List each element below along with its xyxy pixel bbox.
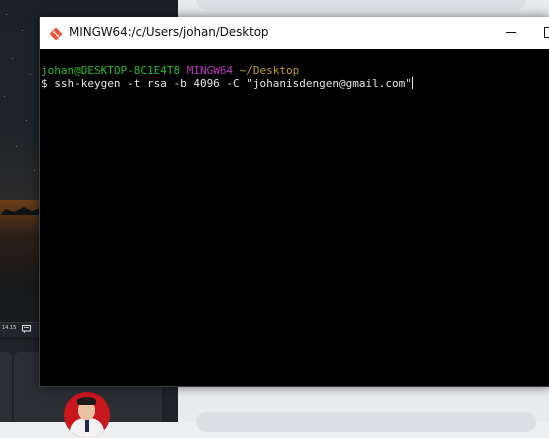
text-cursor [411, 77, 413, 89]
avatar[interactable] [64, 392, 110, 438]
taskbar: 14.15 [0, 322, 40, 337]
background-card-left [0, 352, 12, 422]
taskbar-clock: 14.15 [2, 325, 17, 331]
background-card-top [196, 0, 526, 10]
background-card-bottom [196, 412, 536, 432]
minimize-icon [506, 32, 516, 33]
prompt-user-host: johan@DESKTOP-8C1E4T8 [41, 64, 181, 77]
terminal-window[interactable]: MINGW64:/c/Users/johan/Desktop johan@DES… [39, 17, 549, 387]
title-bar[interactable]: MINGW64:/c/Users/johan/Desktop [40, 17, 549, 49]
prompt-cwd: ~/Desktop [239, 64, 300, 77]
git-bash-icon [49, 26, 63, 41]
prompt-msystem: MINGW64 [186, 64, 234, 77]
window-title: MINGW64:/c/Users/johan/Desktop [69, 25, 269, 39]
maximize-button[interactable] [534, 17, 549, 49]
notification-icon[interactable] [22, 325, 31, 333]
prompt-line: johan@DESKTOP-8C1E4T8 MINGW64 ~/Desktop [41, 64, 299, 77]
maximize-icon [544, 27, 549, 38]
command-line[interactable]: $ ssh-keygen -t rsa -b 4096 -C "johanisd… [41, 77, 413, 90]
command-text: $ ssh-keygen -t rsa -b 4096 -C "johanisd… [41, 77, 412, 90]
terminal-output[interactable]: johan@DESKTOP-8C1E4T8 MINGW64 ~/Desktop … [40, 49, 549, 386]
wallpaper-horizon [0, 200, 40, 324]
minimize-button[interactable] [488, 17, 534, 49]
